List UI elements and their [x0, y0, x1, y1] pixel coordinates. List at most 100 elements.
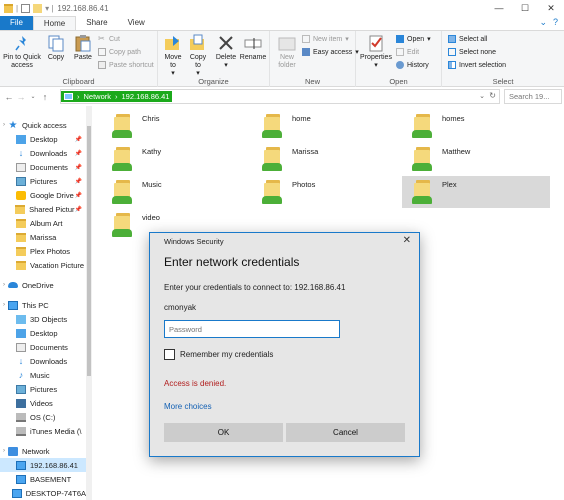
- nav-item[interactable]: 192.168.86.41: [0, 458, 86, 472]
- nav-item[interactable]: Pictures: [0, 382, 86, 396]
- nav-item[interactable]: Videos: [0, 396, 86, 410]
- cut-button[interactable]: ✂ Cut: [98, 35, 120, 43]
- nav-item[interactable]: › ★ Quick access: [0, 118, 86, 132]
- delete-button[interactable]: Delete ▾: [214, 34, 238, 70]
- select-all-button[interactable]: Select all: [448, 35, 487, 43]
- file-name: Plex: [442, 180, 457, 189]
- remember-credentials-checkbox[interactable]: Remember my credentials: [164, 349, 273, 360]
- new-folder-button[interactable]: New folder: [273, 34, 301, 70]
- paste-shortcut-button[interactable]: Paste shortcut: [98, 61, 154, 69]
- tab-home[interactable]: Home: [32, 16, 77, 30]
- properties-button[interactable]: Properties ▾: [358, 34, 394, 70]
- file-item[interactable]: Kathy: [102, 143, 250, 175]
- nav-item[interactable]: BASEMENT: [0, 472, 86, 486]
- nav-item[interactable]: Shared Pictur 📌: [0, 202, 86, 216]
- edit-icon: [396, 48, 404, 56]
- nav-item[interactable]: DESKTOP-74T6A: [0, 486, 86, 500]
- star-icon: ★: [8, 119, 18, 131]
- search-input[interactable]: Search 19...: [504, 89, 562, 104]
- nav-item[interactable]: Google Drive 📌: [0, 188, 86, 202]
- nav-item[interactable]: ↓ Downloads: [0, 354, 86, 368]
- nav-item[interactable]: ↓ Downloads 📌: [0, 146, 86, 160]
- ok-button[interactable]: OK: [164, 423, 283, 442]
- new-item-button[interactable]: New item ▾: [302, 35, 349, 43]
- help-icon[interactable]: ?: [553, 17, 558, 28]
- edit-button[interactable]: Edit: [396, 48, 419, 56]
- back-arrow-icon[interactable]: ←: [3, 92, 15, 102]
- new-folder-icon[interactable]: [33, 3, 43, 13]
- expand-chevron-icon[interactable]: ›: [0, 302, 8, 308]
- open-button[interactable]: Open ▾: [396, 35, 431, 43]
- file-item[interactable]: Music: [102, 176, 250, 208]
- file-name: Kathy: [142, 147, 162, 156]
- more-choices-link[interactable]: More choices: [164, 402, 212, 411]
- shared-folder-icon: [262, 114, 284, 138]
- file-item[interactable]: Plex: [402, 176, 550, 208]
- nav-scrollbar-thumb[interactable]: [87, 126, 91, 376]
- nav-item[interactable]: ♪ Music: [0, 368, 86, 382]
- copy-path-button[interactable]: Copy path: [98, 48, 141, 56]
- history-button[interactable]: History: [396, 61, 429, 69]
- address-bar[interactable]: › Network › 192.168.86.41 ⌄ ↻: [60, 89, 500, 104]
- clipboard-group: Pin to Quick access Copy Paste ✂ Cut Cop…: [0, 31, 158, 87]
- breadcrumb-network[interactable]: Network: [84, 92, 112, 101]
- nav-item[interactable]: Vacation Picture: [0, 258, 86, 272]
- properties-icon[interactable]: [21, 3, 31, 13]
- pin-quick-access-button[interactable]: Pin to Quick access: [3, 34, 41, 70]
- file-name: Matthew: [442, 147, 471, 156]
- address-dropdown-icon[interactable]: ⌄: [479, 92, 485, 100]
- checkbox-box[interactable]: [164, 349, 175, 360]
- nav-item[interactable]: Album Art: [0, 216, 86, 230]
- move-to-button[interactable]: Move to ▾: [161, 34, 185, 78]
- breadcrumb-host[interactable]: 192.168.86.41: [122, 92, 170, 101]
- nav-item[interactable]: Plex Photos: [0, 244, 86, 258]
- nav-item[interactable]: › This PC: [0, 298, 86, 312]
- easy-access-button[interactable]: Easy access ▾: [302, 48, 359, 56]
- file-item[interactable]: Photos: [252, 176, 400, 208]
- nav-item[interactable]: Documents 📌: [0, 160, 86, 174]
- recent-chevron-icon[interactable]: ⌄: [27, 93, 39, 100]
- nav-item[interactable]: Documents: [0, 340, 86, 354]
- shared-folder-icon: [262, 147, 284, 171]
- nav-item[interactable]: iTunes Media (\: [0, 424, 86, 438]
- file-item[interactable]: Matthew: [402, 143, 550, 175]
- up-arrow-icon[interactable]: ↑: [39, 92, 51, 102]
- close-button[interactable]: ✕: [538, 0, 564, 16]
- select-all-icon: [448, 35, 456, 43]
- expand-chevron-icon[interactable]: ›: [0, 122, 8, 128]
- refresh-icon[interactable]: ↻: [489, 91, 496, 100]
- dialog-close-icon[interactable]: ✕: [403, 235, 411, 246]
- file-item[interactable]: Chris: [102, 110, 250, 142]
- nav-item[interactable]: › Network: [0, 444, 86, 458]
- rename-button[interactable]: Rename: [240, 34, 266, 62]
- tab-view[interactable]: View: [118, 16, 155, 30]
- expand-chevron-icon[interactable]: ›: [0, 448, 8, 454]
- file-item[interactable]: homes: [402, 110, 550, 142]
- forward-arrow-icon[interactable]: →: [15, 92, 27, 102]
- copy-to-button[interactable]: Copy to ▾: [186, 34, 210, 78]
- minimize-button[interactable]: —: [486, 0, 512, 16]
- expand-ribbon-icon[interactable]: ⌄: [539, 17, 547, 28]
- cancel-button[interactable]: Cancel: [286, 423, 405, 442]
- address-breadcrumb[interactable]: › Network › 192.168.86.41: [61, 91, 173, 102]
- select-none-button[interactable]: Select none: [448, 48, 496, 56]
- nav-item[interactable]: › OneDrive: [0, 278, 86, 292]
- ribbon: Pin to Quick access Copy Paste ✂ Cut Cop…: [0, 31, 564, 87]
- nav-item[interactable]: Desktop 📌: [0, 132, 86, 146]
- tab-file[interactable]: File: [0, 16, 33, 30]
- paste-button[interactable]: Paste: [70, 34, 96, 62]
- invert-selection-button[interactable]: Invert selection: [448, 61, 506, 69]
- file-item[interactable]: Marissa: [252, 143, 400, 175]
- nav-item[interactable]: 3D Objects: [0, 312, 86, 326]
- expand-chevron-icon[interactable]: ›: [0, 282, 8, 288]
- nav-item[interactable]: OS (C:): [0, 410, 86, 424]
- nav-item[interactable]: Marissa: [0, 230, 86, 244]
- tab-share[interactable]: Share: [76, 16, 117, 30]
- file-item[interactable]: home: [252, 110, 400, 142]
- nav-item[interactable]: Desktop: [0, 326, 86, 340]
- maximize-button[interactable]: ☐: [512, 0, 538, 16]
- nav-scrollbar[interactable]: [86, 106, 92, 500]
- nav-item[interactable]: Pictures 📌: [0, 174, 86, 188]
- copy-button[interactable]: Copy: [44, 34, 68, 62]
- password-field[interactable]: [164, 320, 340, 338]
